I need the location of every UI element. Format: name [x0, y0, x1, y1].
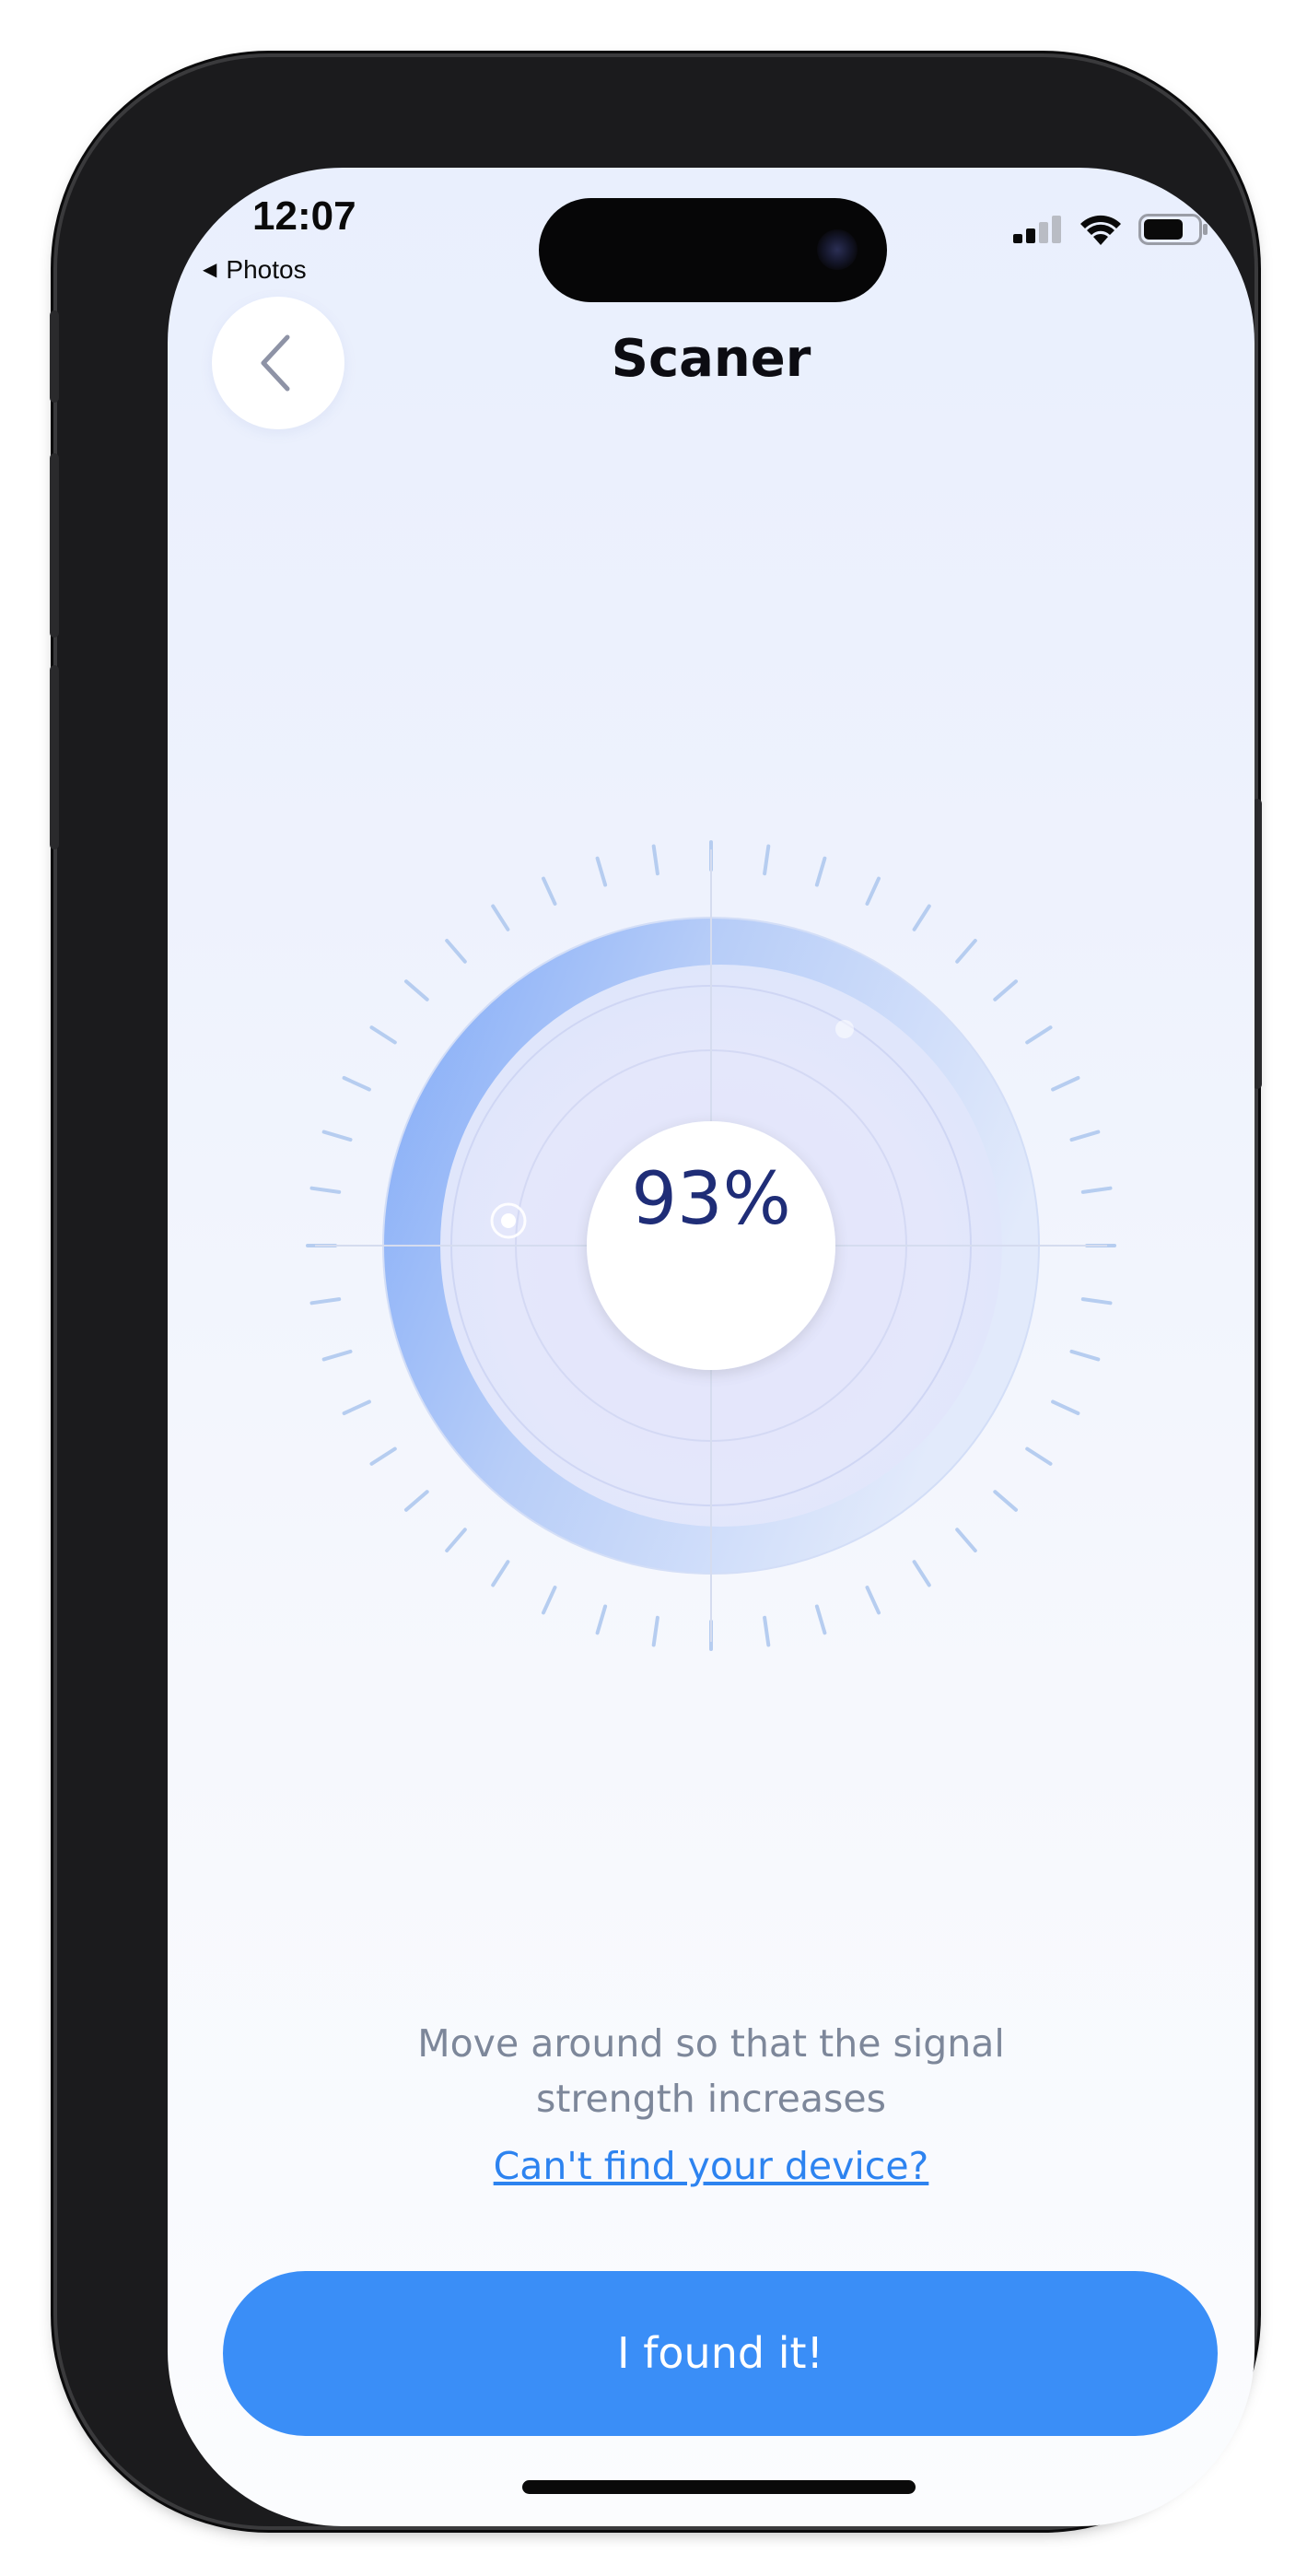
radar-tick	[1069, 1130, 1101, 1142]
volume-down-button	[50, 665, 59, 849]
volume-up-button	[50, 453, 59, 638]
phone-frame: 12:07 ◀ Photos Scaner 93% Move around so…	[50, 57, 1262, 2526]
app-screen: 12:07 ◀ Photos Scaner 93% Move around so…	[168, 168, 1254, 2526]
radar-tick	[321, 1130, 353, 1142]
radar-tick	[1051, 1076, 1080, 1092]
radar-tick	[651, 844, 659, 876]
radar-tick	[912, 1560, 931, 1587]
radar-tick	[369, 1446, 397, 1466]
radar-tick	[955, 939, 977, 964]
radar-tick	[814, 856, 827, 887]
signal-radar	[306, 840, 1116, 1651]
radar-tick	[321, 1349, 353, 1362]
radar-tick	[651, 1615, 659, 1647]
radar-tick	[491, 904, 510, 931]
instruction-line-2: strength increases	[536, 2077, 886, 2121]
found-it-button[interactable]: I found it!	[223, 2271, 1218, 2436]
radar-tick	[542, 1586, 557, 1615]
radar-tick	[1025, 1025, 1053, 1045]
instruction-line-1: Move around so that the signal	[417, 2021, 1005, 2066]
home-indicator[interactable]	[522, 2480, 916, 2494]
radar-tick	[404, 1490, 429, 1512]
radar-tick	[1025, 1446, 1053, 1466]
radar-tick	[369, 1025, 397, 1045]
radar-tick	[993, 979, 1018, 1001]
action-button	[50, 310, 59, 403]
radar-tick	[595, 856, 608, 887]
radar-tick	[342, 1399, 371, 1415]
radar-tick	[763, 844, 771, 876]
radar-tick	[404, 979, 429, 1001]
radar-tick	[865, 876, 881, 906]
radar-tick	[491, 1560, 510, 1587]
cant-find-device-link[interactable]: Can't find your device?	[168, 2144, 1254, 2188]
radar-tick	[1051, 1399, 1080, 1415]
radar-blip	[501, 1213, 516, 1228]
radar-tick	[955, 1528, 977, 1552]
radar-tick	[342, 1076, 371, 1092]
radar-tick	[763, 1615, 771, 1647]
radar-tick	[309, 1297, 342, 1306]
radar-tick	[865, 1586, 881, 1615]
signal-percent: 93%	[631, 1158, 791, 1241]
radar-tick	[445, 1528, 467, 1552]
radar-tick	[309, 1186, 342, 1194]
radar-tick	[445, 939, 467, 964]
radar-tick	[1069, 1349, 1101, 1362]
radar-tick	[814, 1604, 827, 1635]
radar-tick	[912, 904, 931, 931]
radar-tick	[1080, 1186, 1113, 1194]
instruction-text: Move around so that the signal strength …	[297, 2016, 1126, 2126]
radar-tick	[542, 876, 557, 906]
radar-tick	[595, 1604, 608, 1635]
radar-tick	[1080, 1297, 1113, 1306]
radar-tick	[993, 1490, 1018, 1512]
radar-blip-faint	[835, 1020, 854, 1038]
